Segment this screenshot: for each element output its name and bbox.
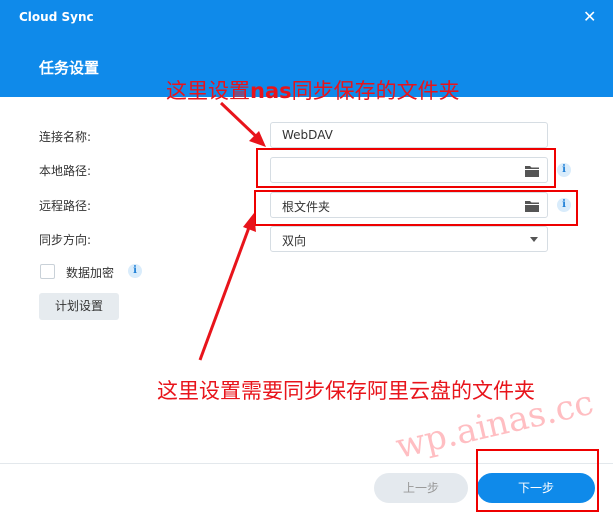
bottom-annotation: 这里设置需要同步保存阿里云盘的文件夹	[157, 379, 535, 403]
bottom-arrow-line	[198, 221, 253, 361]
bottom-arrow-head	[243, 213, 256, 232]
